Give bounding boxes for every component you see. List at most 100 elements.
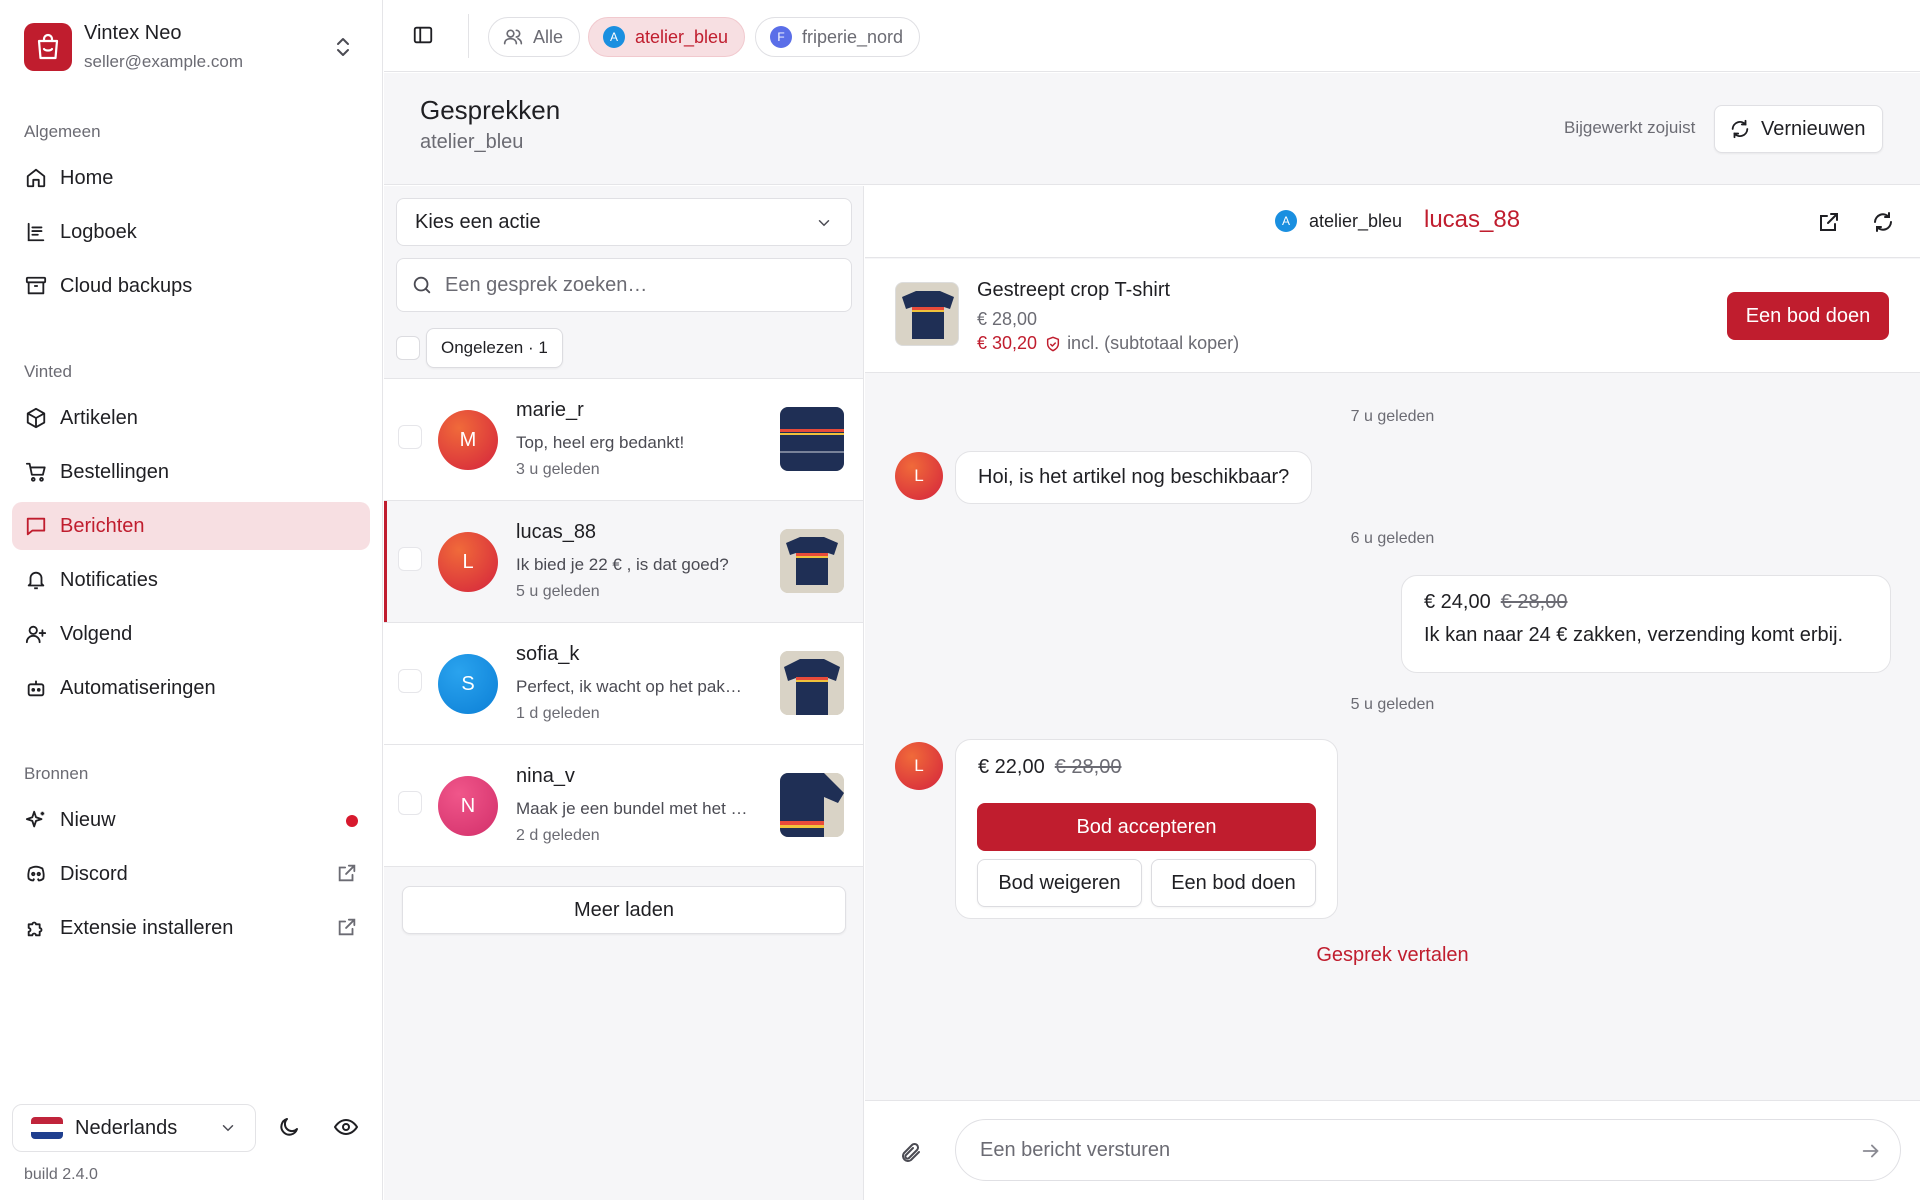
select-all-checkbox[interactable]: [396, 336, 420, 360]
offer-original-price: € 28,00: [1054, 756, 1122, 778]
paperclip-icon[interactable]: [899, 1141, 923, 1165]
refresh-button[interactable]: Vernieuwen: [1714, 105, 1883, 153]
section-title-bronnen: Bronnen: [24, 764, 89, 783]
action-select-label: Kies een actie: [415, 210, 541, 233]
conversation-list: M marie_r Top, heel erg bedankt! 3 u gel…: [384, 378, 863, 867]
product-thumbnail: [780, 407, 844, 471]
sidebar-item-berichten[interactable]: Berichten: [12, 502, 370, 550]
chat-shop: A atelier_bleu: [1275, 210, 1402, 232]
divider: [468, 14, 469, 58]
action-select[interactable]: Kies een actie: [396, 198, 852, 246]
updated-status: Bijgewerkt zojuist: [1564, 118, 1696, 137]
puzzle-icon: [24, 916, 48, 940]
sidebar-item-extensie-installeren[interactable]: Extensie installeren: [12, 904, 370, 952]
language-select[interactable]: Nederlands: [12, 1104, 256, 1152]
account-switch-icon[interactable]: [334, 36, 352, 58]
chevron-down-icon: [219, 1119, 237, 1137]
filter-row: Ongelezen · 1: [396, 328, 563, 368]
users-icon: [503, 27, 523, 47]
filter-chip-atelier-bleu[interactable]: A atelier_bleu: [588, 17, 746, 57]
search-input[interactable]: [445, 273, 825, 297]
message-input[interactable]: [980, 1138, 1800, 1162]
conversation-username: lucas_88: [516, 521, 597, 543]
sidebar-item-label: Volgend: [60, 622, 133, 645]
build-version: build 2.4.0: [24, 1166, 98, 1183]
conversation-item[interactable]: M marie_r Top, heel erg bedankt! 3 u gel…: [384, 379, 863, 501]
filter-chip-alle[interactable]: Alle: [488, 17, 581, 57]
offer-line: € 24,00 € 28,00: [1424, 591, 1868, 614]
sidebar-item-home[interactable]: Home: [12, 154, 370, 202]
open-external-icon[interactable]: [1817, 210, 1841, 234]
page-title: Gesprekken: [420, 95, 561, 125]
sidebar-item-volgend[interactable]: Volgend: [12, 610, 370, 658]
chat-panel: A atelier_bleu lucas_88 Gestreept crop T…: [865, 186, 1920, 1200]
load-more-button[interactable]: Meer laden: [402, 886, 846, 934]
sidebar-item-label: Home: [60, 166, 114, 189]
product-total: € 30,20 incl. (subtotaal koper): [977, 333, 1239, 354]
chat-shop-name: atelier_bleu: [1309, 210, 1403, 231]
message-timestamp: 7 u geleden: [1350, 408, 1435, 425]
conversation-checkbox[interactable]: [398, 791, 422, 815]
product-thumbnail: [780, 651, 844, 715]
conversation-checkbox[interactable]: [398, 547, 422, 571]
section-title-algemeen: Algemeen: [24, 122, 101, 141]
product-total-note: incl. (subtotaal koper): [1067, 333, 1240, 353]
new-badge-dot: [346, 815, 358, 827]
app-logo: [24, 23, 72, 71]
account-email: seller@example.com: [84, 52, 243, 71]
accept-offer-button[interactable]: Bod accepteren: [977, 803, 1316, 851]
conversation-panel: Kies een actie Ongelezen · 1 M marie_r T…: [384, 186, 864, 1200]
offer-price: € 24,00: [1424, 591, 1491, 613]
conversation-item[interactable]: N nina_v Maak je een bundel met het … 2 …: [384, 745, 863, 867]
conversation-preview: Maak je een bundel met het …: [516, 799, 748, 818]
sparkles-icon: [24, 808, 48, 832]
conversation-checkbox[interactable]: [398, 669, 422, 693]
account-name[interactable]: Vintex Neo: [84, 22, 181, 45]
sidebar-toggle-icon[interactable]: [412, 24, 434, 46]
conversation-time: 3 u geleden: [516, 461, 600, 478]
language-label: Nederlands: [75, 1116, 178, 1139]
sidebar-item-discord[interactable]: Discord: [12, 850, 370, 898]
sidebar-item-automatiseringen[interactable]: Automatiseringen: [12, 664, 370, 712]
sidebar-item-label: Logboek: [60, 220, 137, 243]
sidebar-item-label: Artikelen: [60, 406, 138, 429]
chat-username[interactable]: lucas_88: [1424, 206, 1520, 234]
chat-header: A atelier_bleu lucas_88: [865, 186, 1920, 258]
send-arrow-icon[interactable]: [1860, 1140, 1882, 1162]
sidebar-item-logboek[interactable]: Logboek: [12, 208, 370, 256]
make-offer-button[interactable]: Een bod doen: [1727, 292, 1889, 340]
translate-conversation-link[interactable]: Gesprek vertalen: [865, 944, 1920, 967]
page-header: Gesprekken atelier_bleu Bijgewerkt zojui…: [384, 73, 1920, 185]
logbook-icon: [24, 220, 48, 244]
conversation-checkbox[interactable]: [398, 425, 422, 449]
offer-price: € 22,00: [978, 756, 1045, 778]
sidebar-item-artikelen[interactable]: Artikelen: [12, 394, 370, 442]
refresh-icon[interactable]: [1871, 210, 1895, 234]
sidebar-item-bestellingen[interactable]: Bestellingen: [12, 448, 370, 496]
avatar: L: [438, 532, 498, 592]
shop-avatar: A: [603, 26, 625, 48]
chip-label: atelier_bleu: [635, 26, 729, 47]
filter-chip-friperie-nord[interactable]: F friperie_nord: [755, 17, 921, 57]
product-thumbnail: [780, 529, 844, 593]
offer-line: € 22,00 € 28,00: [978, 756, 1121, 779]
unread-filter-button[interactable]: Ongelezen · 1: [426, 328, 563, 368]
home-icon: [24, 166, 48, 190]
external-link-icon: [336, 916, 358, 938]
sidebar-item-cloud-backups[interactable]: Cloud backups: [12, 262, 370, 310]
top-bar: Alle A atelier_bleu F friperie_nord: [384, 0, 1920, 72]
sidebar-item-nieuw[interactable]: Nieuw: [12, 796, 370, 844]
sidebar-item-label: Extensie installeren: [60, 916, 234, 939]
eye-icon[interactable]: [334, 1115, 358, 1139]
conversation-username: sofia_k: [516, 643, 580, 665]
sidebar-item-notificaties[interactable]: Notificaties: [12, 556, 370, 604]
user-plus-icon: [24, 622, 48, 646]
counter-offer-button[interactable]: Een bod doen: [1151, 859, 1316, 907]
conversation-item[interactable]: L lucas_88 Ik bied je 22 € , is dat goed…: [384, 501, 863, 623]
netherlands-flag-icon: [31, 1117, 63, 1139]
sidebar-item-label: Berichten: [60, 514, 145, 537]
decline-offer-button[interactable]: Bod weigeren: [977, 859, 1142, 907]
conversation-item[interactable]: S sofia_k Perfect, ik wacht op het pak… …: [384, 623, 863, 745]
moon-icon[interactable]: [277, 1115, 301, 1139]
search-icon: [411, 274, 433, 296]
